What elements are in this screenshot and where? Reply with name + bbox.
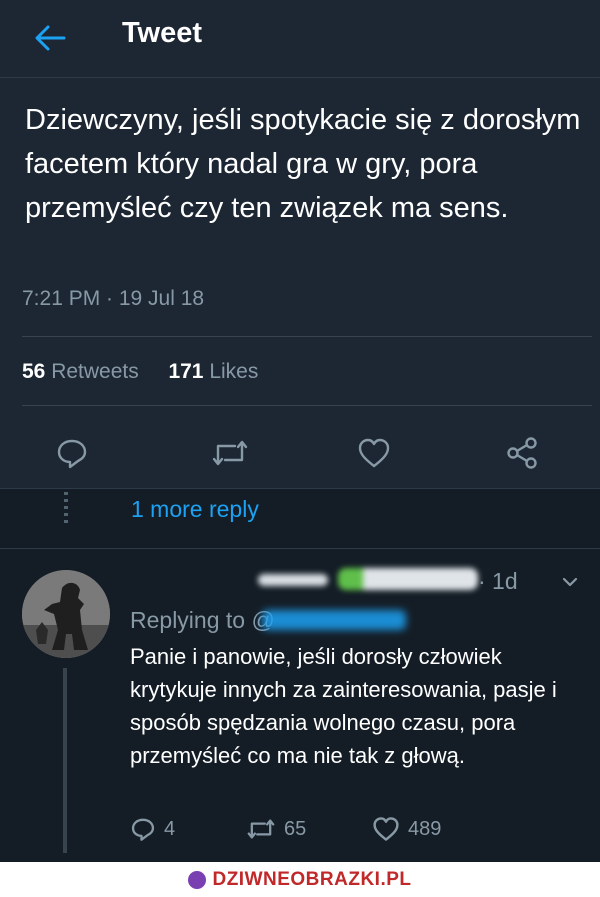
likes-label[interactable]: Likes	[209, 360, 258, 383]
top-bar: Tweet	[0, 0, 600, 78]
divider	[0, 548, 600, 549]
watermark-text: DZIWNEOBRAZKI.PL	[212, 868, 412, 890]
divider	[22, 336, 592, 337]
tweet-text: Dziewczyny, jeśli spotykacie się z doros…	[25, 104, 581, 224]
watermark-logo: DZIWNEOBRAZKI.PL	[188, 869, 411, 891]
watermark: DZIWNEOBRAZKI.PL	[0, 862, 600, 897]
username-redacted	[258, 574, 328, 586]
reply-icon	[57, 439, 87, 469]
chevron-down-icon	[562, 577, 578, 587]
heart-icon	[373, 817, 399, 841]
heart-icon	[358, 438, 390, 468]
replying-to-handle-redacted[interactable]	[262, 610, 406, 630]
replying-to-label: Replying to @	[130, 607, 275, 633]
like-count: 489	[408, 817, 442, 840]
share-button[interactable]	[498, 430, 546, 476]
reply-text: Panie i panowie, jeśli dorosły człowiek …	[130, 644, 557, 768]
reply-retweet-button[interactable]: 65	[246, 812, 306, 846]
reply-reply-button[interactable]: 4	[130, 812, 175, 846]
retweets-count[interactable]: 56	[22, 360, 45, 383]
back-button[interactable]	[30, 20, 70, 56]
divider	[0, 488, 600, 489]
tweet-actions	[0, 430, 600, 478]
more-reply-link[interactable]: 1 more reply	[131, 496, 259, 523]
avatar[interactable]	[22, 570, 110, 658]
handle-redacted	[338, 568, 478, 590]
arrow-left-icon	[35, 25, 66, 51]
thread-dots	[64, 492, 68, 526]
tweet-stats: 56 Retweets 171 Likes	[22, 360, 258, 384]
avatar-image	[22, 570, 110, 658]
retweet-count: 65	[284, 817, 307, 840]
more-options-button[interactable]	[560, 572, 580, 592]
retweets-label[interactable]: Retweets	[51, 360, 139, 383]
brand-icon	[188, 870, 207, 889]
retweet-button[interactable]	[206, 430, 254, 476]
reply-count: 4	[164, 817, 176, 840]
retweet-icon	[247, 819, 275, 839]
tweet-timestamp: 7:21 PM · 19 Jul 18	[22, 287, 205, 310]
retweet-icon	[212, 440, 248, 466]
page-title: Tweet	[122, 17, 203, 49]
reply-icon	[131, 818, 155, 841]
reply-actions: 4 65 489	[0, 812, 600, 846]
divider	[22, 405, 592, 406]
likes-count[interactable]: 171	[168, 360, 203, 383]
reply-like-button[interactable]: 489	[372, 812, 441, 846]
like-button[interactable]	[350, 430, 398, 476]
share-icon	[507, 437, 537, 469]
reply-button[interactable]	[48, 430, 96, 476]
reply-time: · 1d	[478, 568, 518, 594]
